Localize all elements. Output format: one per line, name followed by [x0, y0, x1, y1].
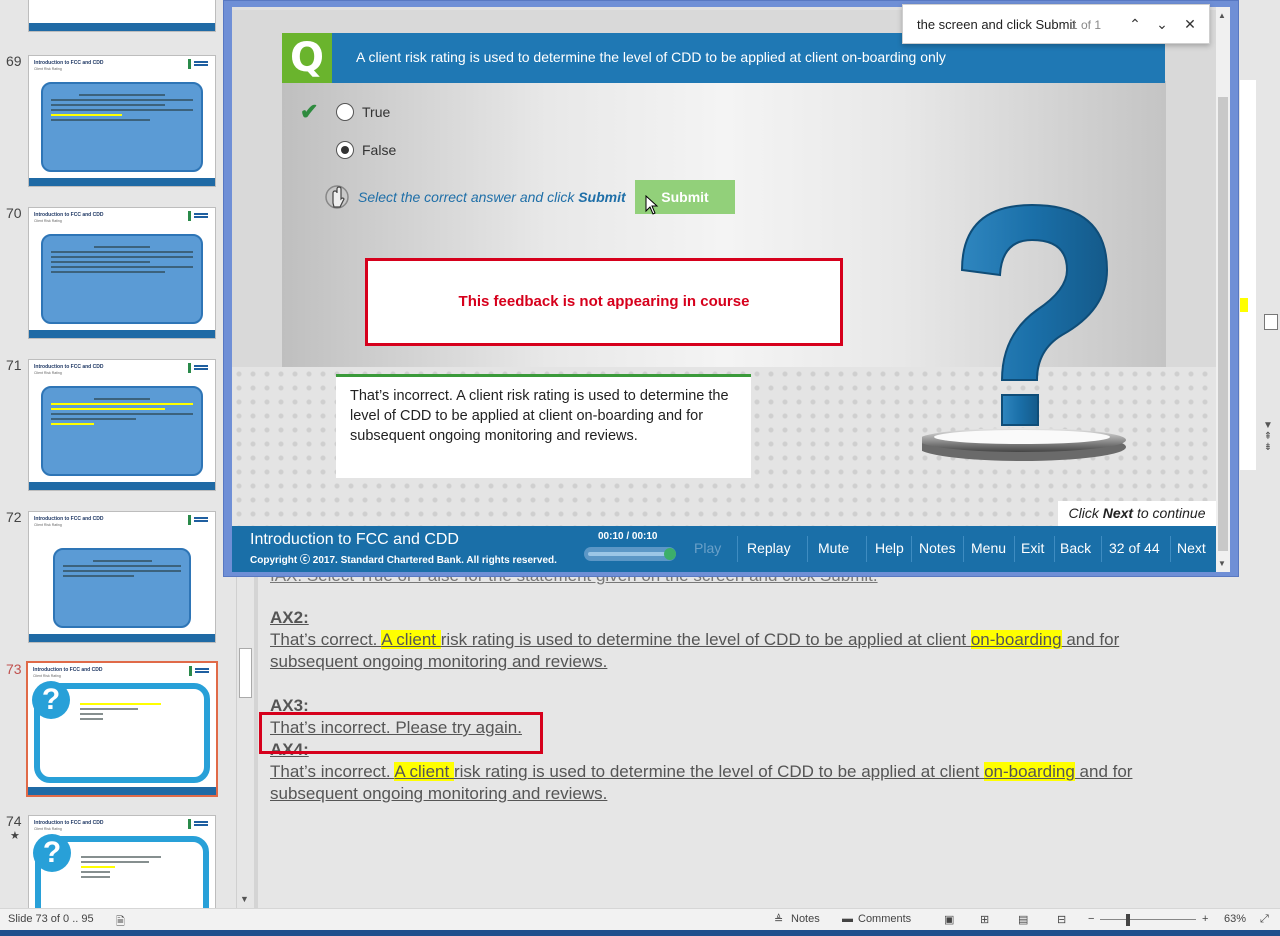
q-badge: Q [282, 33, 332, 83]
comments-icon[interactable]: ▬ [842, 913, 853, 925]
scroll-down-icon[interactable]: ▼ [240, 894, 249, 904]
progress-slider-thumb[interactable] [664, 548, 676, 560]
fit-to-window-icon[interactable]: ⤢ [1260, 913, 1269, 926]
player-scrollbar[interactable]: ▲ ▼ [1216, 7, 1230, 572]
course-title: Introduction to FCC and CDD [250, 531, 459, 548]
radio-false[interactable] [336, 141, 354, 159]
scrollbar-thumb[interactable] [1218, 97, 1228, 551]
notes-button[interactable]: Notes [919, 540, 956, 556]
instruction-text: Select the correct answer and click Subm… [358, 189, 626, 205]
option-true-label[interactable]: True [362, 104, 390, 120]
zoom-slider-thumb[interactable] [1126, 914, 1130, 926]
find-input[interactable]: the screen and click Submit [917, 17, 1076, 32]
scroll-prev-slide-icon[interactable]: ⇞ [1260, 431, 1276, 442]
option-false-label[interactable]: False [362, 142, 396, 158]
progress-fill [588, 552, 666, 556]
slide-number: 69 [6, 53, 22, 69]
exit-button[interactable]: Exit [1021, 540, 1044, 556]
notes-ax2-line1: That’s correct. A client risk rating is … [270, 630, 1120, 649]
replay-button[interactable]: Replay [747, 540, 791, 556]
zoom-out-icon[interactable]: − [1088, 913, 1094, 925]
slide-thumbnail-74[interactable]: Introduction to FCC and CDD Client Risk R… [28, 815, 216, 908]
comments-button[interactable]: Comments [858, 913, 911, 925]
question-text: A client risk rating is used to determin… [356, 49, 946, 65]
slide-thumbnail-71[interactable]: Introduction to FCC and CDD Client Risk R… [28, 359, 216, 491]
notes-ax4-line1: That’s incorrect. A client risk rating i… [270, 762, 1133, 781]
mouse-cursor-icon [645, 195, 659, 215]
scroll-up-icon[interactable]: ▲ [1218, 11, 1226, 20]
zoom-slider[interactable] [1100, 919, 1196, 920]
scroll-next-slide-icon[interactable]: ⇟ [1260, 442, 1276, 453]
progress-slider[interactable] [584, 547, 676, 561]
annotation-box [259, 712, 543, 754]
timer: 00:10 / 00:10 [598, 531, 658, 542]
slide-number: 72 [6, 509, 22, 525]
annotation-text: This feedback is not appearing in course [458, 293, 750, 310]
powerpoint-window: 69 Introduction to FCC and CDD Client Ris… [0, 0, 1280, 936]
copyright-text: Copyright ⓒ 2017. Standard Chartered Ban… [250, 555, 557, 566]
course-player-window: Q A client risk rating is used to determ… [223, 0, 1239, 577]
close-icon[interactable]: ✕ [1179, 13, 1201, 35]
find-bar: the screen and click Submit 1 of 1 ⌃ ⌄ ✕ [902, 4, 1210, 44]
slide-thumbnail-73[interactable]: Introduction to FCC and CDD Client Risk R… [26, 661, 218, 797]
slide-thumbnail-69[interactable]: Introduction to FCC and CDD Client Risk R… [28, 55, 216, 187]
notes-ax2-head: AX2: [270, 608, 309, 627]
scrollbar-thumb[interactable] [239, 648, 252, 698]
slide-indicator: Slide 73 of 0 .. 95 [8, 913, 94, 925]
find-next-icon[interactable]: ⌄ [1151, 13, 1173, 35]
question-mark-graphic [922, 203, 1126, 461]
slide-sorter-icon[interactable]: ⊞ [980, 913, 989, 926]
hand-pointer-icon [325, 185, 349, 209]
mute-button[interactable]: Mute [818, 540, 849, 556]
slide-thumbnail-72[interactable]: Introduction to FCC and CDD Client Risk R… [28, 511, 216, 643]
radio-true[interactable] [336, 103, 354, 121]
question-slide: Q A client risk rating is used to determ… [232, 7, 1216, 526]
continue-hint: Click Next to continue [1058, 501, 1216, 526]
next-button[interactable]: Next [1177, 540, 1206, 556]
correct-check-icon: ✔ [300, 99, 319, 124]
scroll-down-icon[interactable]: ▼ [1218, 559, 1226, 568]
slide-thumbnail-pane[interactable]: 69 Introduction to FCC and CDD Client Ris… [0, 0, 236, 908]
reading-view-icon[interactable]: ▤ [1018, 913, 1028, 926]
taskbar [0, 930, 1280, 936]
animation-star-icon: ★ [10, 830, 20, 842]
page-indicator: 32 of 44 [1109, 540, 1160, 556]
slide-number: 70 [6, 205, 22, 221]
notes-toggle-button[interactable]: Notes [791, 913, 820, 925]
play-button[interactable]: Play [694, 540, 721, 556]
slide-thumbnail-68[interactable] [28, 0, 216, 32]
slideshow-icon[interactable]: ⊟ [1057, 913, 1066, 926]
editor-scroll-arrows[interactable]: ▼ ⇞ ⇟ [1260, 420, 1276, 480]
zoom-level[interactable]: 63% [1224, 913, 1246, 925]
help-button[interactable]: Help [875, 540, 904, 556]
normal-view-icon[interactable]: ▣ [944, 913, 954, 926]
zoom-in-icon[interactable]: + [1202, 913, 1208, 925]
player-navbar: Introduction to FCC and CDD Copyright ⓒ … [232, 526, 1216, 572]
status-bar: Slide 73 of 0 .. 95 🗎 ≜ Notes ▬ Comments… [0, 908, 1280, 930]
slide-thumbnail-70[interactable]: Introduction to FCC and CDD Client Risk R… [28, 207, 216, 339]
find-match-count: 1 of 1 [1071, 18, 1102, 32]
back-button[interactable]: Back [1060, 540, 1091, 556]
slide-number: 71 [6, 357, 22, 373]
slide-edit-strip [1240, 80, 1256, 470]
feedback-box: That’s incorrect. A client risk rating i… [336, 374, 751, 478]
notes-ax2-line2: subsequent ongoing monitoring and review… [270, 652, 608, 671]
editor-handle[interactable] [1264, 314, 1278, 330]
menu-button[interactable]: Menu [971, 540, 1006, 556]
notes-toggle-icon[interactable]: ≜ [774, 913, 783, 926]
slide-number: 74 [6, 813, 22, 829]
find-previous-icon[interactable]: ⌃ [1124, 13, 1146, 35]
scroll-down-icon[interactable]: ▼ [1260, 420, 1276, 431]
annotation-box: This feedback is not appearing in course [365, 258, 843, 346]
notes-ax4-line2: subsequent ongoing monitoring and review… [270, 784, 608, 803]
slide-number: 73 [6, 661, 22, 677]
